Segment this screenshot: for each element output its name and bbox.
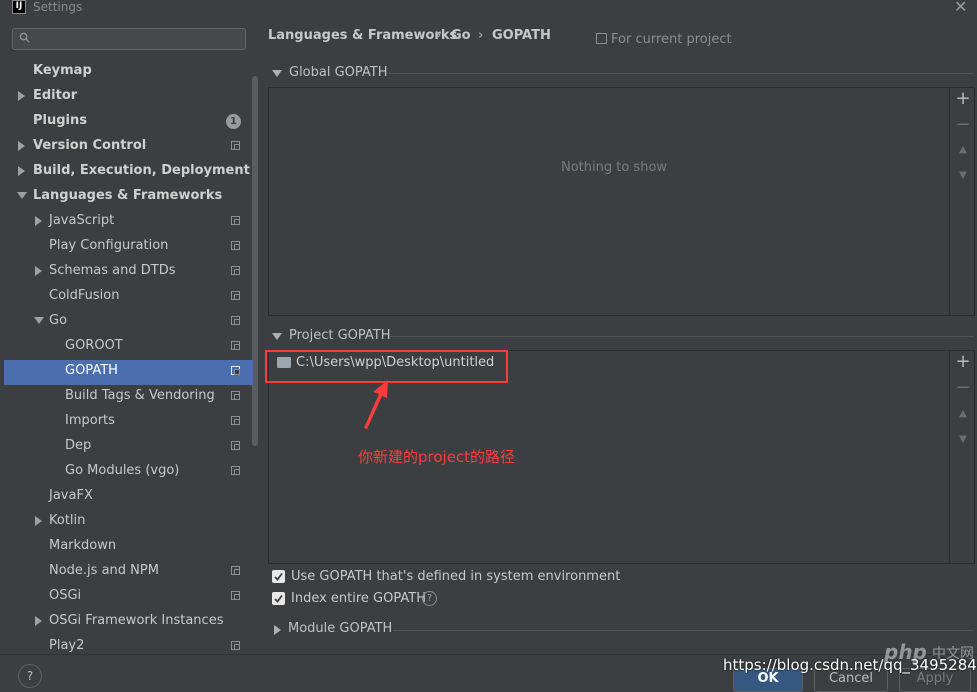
help-button[interactable]: ? (18, 664, 42, 688)
app-icon: IJ (12, 0, 26, 14)
sidebar-item-editor[interactable]: Editor (33, 83, 77, 108)
sidebar-item-go-modules[interactable]: Go Modules (vgo) (65, 458, 179, 483)
sidebar-item-build[interactable]: Build, Execution, Deployment (33, 158, 250, 183)
chevron-right-icon[interactable] (18, 91, 25, 101)
checkmark-icon (274, 572, 283, 581)
project-scope-icon (231, 341, 240, 350)
section-divider (393, 630, 974, 631)
annotation-text: 你新建的project的路径 (358, 448, 516, 466)
sidebar-item-imports[interactable]: Imports (65, 408, 115, 433)
sidebar-item-version-control[interactable]: Version Control (33, 133, 146, 158)
sidebar-item-osgi[interactable]: OSGi (49, 583, 81, 608)
checkmark-icon (274, 594, 283, 603)
search-icon (19, 32, 30, 43)
add-icon[interactable]: + (951, 88, 975, 109)
sidebar-item-build-tags[interactable]: Build Tags & Vendoring (65, 383, 215, 408)
sidebar-item-languages[interactable]: Languages & Frameworks (33, 183, 222, 208)
remove-icon[interactable]: − (951, 377, 975, 398)
empty-list-text: Nothing to show (561, 160, 668, 175)
annotation-arrow (364, 380, 388, 429)
toolbar-divider (949, 351, 950, 563)
sidebar-item-markdown[interactable]: Markdown (49, 533, 116, 558)
project-scope-icon (231, 141, 240, 150)
toolbar-divider (949, 88, 950, 315)
search-input[interactable] (12, 28, 246, 50)
chevron-right-icon[interactable] (35, 616, 42, 626)
chevron-down-icon[interactable] (17, 192, 27, 199)
sidebar-item-dep[interactable]: Dep (65, 433, 91, 458)
window-title: Settings (33, 0, 83, 14)
index-entire-gopath-label[interactable]: Index entire GOPATH (291, 591, 426, 606)
section-divider (389, 73, 974, 74)
chevron-right-icon[interactable] (35, 216, 42, 226)
watermark-url: https://blog.csdn.net/qq_34952846 (723, 656, 977, 674)
global-gopath-title[interactable]: Global GOPATH (289, 65, 388, 80)
chevron-right-icon[interactable] (35, 516, 42, 526)
project-scope-icon (231, 391, 240, 400)
remove-icon[interactable]: − (951, 114, 975, 135)
project-scope-icon (231, 466, 240, 475)
project-scope-icon (231, 216, 240, 225)
project-scope-icon (231, 366, 240, 375)
project-scope-icon (231, 316, 240, 325)
chevron-down-icon[interactable] (272, 333, 282, 340)
sidebar-item-javascript[interactable]: JavaScript (49, 208, 114, 233)
use-system-gopath-label[interactable]: Use GOPATH that's defined in system envi… (291, 569, 620, 584)
sidebar-item-javafx[interactable]: JavaFX (49, 483, 93, 508)
breadcrumb-item-current: GOPATH (492, 28, 551, 43)
close-icon[interactable]: ✕ (954, 0, 967, 16)
use-system-gopath-checkbox[interactable] (272, 570, 285, 583)
project-scope-icon (231, 291, 240, 300)
index-entire-gopath-checkbox[interactable] (272, 592, 285, 605)
scope-hint: For current project (596, 32, 732, 47)
breadcrumb-item[interactable]: Languages & Frameworks (268, 28, 457, 43)
sidebar-item-nodejs[interactable]: Node.js and NPM (49, 558, 159, 583)
sidebar-item-schemas[interactable]: Schemas and DTDs (49, 258, 176, 283)
scope-hint-text: For current project (611, 32, 732, 47)
title-bar: IJ Settings ✕ (0, 0, 977, 18)
move-down-icon[interactable]: ▼ (951, 170, 975, 181)
help-icon[interactable]: ? (422, 591, 437, 606)
sidebar-item-plugins[interactable]: Plugins (33, 108, 87, 133)
project-scope-icon (231, 641, 240, 650)
sidebar-item-coldfusion[interactable]: ColdFusion (49, 283, 119, 308)
section-divider (390, 336, 974, 337)
sidebar-item-goroot[interactable]: GOROOT (65, 333, 123, 358)
project-scope-icon (231, 266, 240, 275)
selected-row-highlight (4, 360, 253, 385)
project-gopath-title[interactable]: Project GOPATH (289, 328, 391, 343)
project-scope-icon (231, 241, 240, 250)
sidebar-item-keymap[interactable]: Keymap (33, 58, 92, 83)
project-scope-icon (596, 33, 607, 44)
sidebar-item-gopath[interactable]: GOPATH (65, 358, 118, 383)
move-up-icon[interactable]: ▲ (951, 408, 975, 419)
sidebar-item-kotlin[interactable]: Kotlin (49, 508, 85, 533)
add-icon[interactable]: + (951, 351, 975, 372)
breadcrumb-item[interactable]: Go (451, 28, 471, 43)
chevron-right-icon[interactable] (18, 141, 25, 151)
project-scope-icon (231, 591, 240, 600)
plugins-update-badge: 1 (226, 114, 241, 129)
chevron-down-icon[interactable] (272, 70, 282, 77)
move-down-icon[interactable]: ▼ (951, 434, 975, 445)
project-scope-icon (231, 566, 240, 575)
chevron-right-icon[interactable] (274, 625, 281, 635)
sidebar-item-osgi-framework[interactable]: OSGi Framework Instances (49, 608, 223, 633)
settings-sidebar: Keymap Editor Plugins 1 Version Control … (4, 18, 258, 684)
project-scope-icon (231, 416, 240, 425)
sidebar-scrollbar[interactable] (252, 76, 258, 446)
chevron-right-icon[interactable] (35, 266, 42, 276)
chevron-right-icon[interactable] (18, 166, 25, 176)
breadcrumb-separator: › (436, 28, 442, 43)
module-gopath-title[interactable]: Module GOPATH (288, 621, 392, 636)
breadcrumb-separator: › (478, 28, 484, 43)
project-scope-icon (231, 441, 240, 450)
global-gopath-list[interactable] (268, 87, 975, 316)
move-up-icon[interactable]: ▲ (951, 144, 975, 155)
sidebar-item-go[interactable]: Go (49, 308, 67, 333)
chevron-down-icon[interactable] (34, 317, 44, 324)
sidebar-item-play-configuration[interactable]: Play Configuration (49, 233, 168, 258)
